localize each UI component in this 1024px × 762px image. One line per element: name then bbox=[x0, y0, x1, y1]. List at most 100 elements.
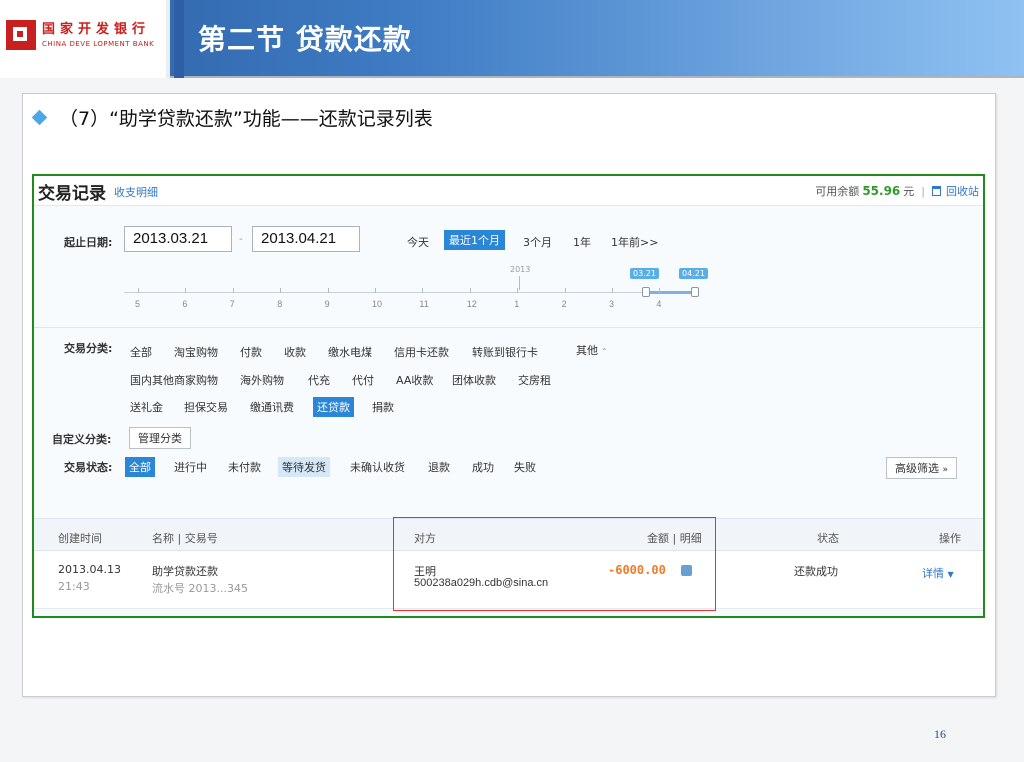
caret-down-icon: ▼ bbox=[947, 570, 954, 579]
timeline-tick bbox=[327, 288, 329, 293]
status-item[interactable]: 未付款 bbox=[224, 457, 265, 477]
trash-icon[interactable] bbox=[932, 186, 941, 196]
advanced-filter-label: 高级筛选 bbox=[895, 462, 939, 475]
row-time: 21:43 bbox=[58, 580, 90, 593]
timeline-tick-label: 11 bbox=[419, 299, 429, 309]
record-title: 交易记录 bbox=[38, 184, 106, 204]
timeline-tick bbox=[469, 288, 471, 293]
category-item[interactable]: 缴通讯费 bbox=[246, 397, 298, 417]
status-item[interactable]: 未确认收货 bbox=[346, 457, 409, 477]
category-other[interactable]: 其他 ⌃ bbox=[572, 340, 612, 360]
category-item[interactable]: 淘宝购物 bbox=[170, 342, 222, 362]
timeline-tick-label: 2 bbox=[561, 299, 567, 309]
timeline-tick-label: 1 bbox=[514, 299, 520, 309]
status-item[interactable]: 全部 bbox=[125, 457, 155, 477]
slide: 国家开发银行 CHINA DEVE LOPMENT BANK 第二节 贷款还款 … bbox=[0, 0, 1024, 762]
advanced-filter-button[interactable]: 高级筛选 » bbox=[886, 457, 958, 479]
range-last-month[interactable]: 最近1个月 bbox=[444, 230, 505, 250]
timeline-tick bbox=[280, 288, 282, 293]
range-before-1-year[interactable]: 1年前>> bbox=[606, 232, 663, 252]
status-item[interactable]: 成功 bbox=[468, 457, 498, 477]
category-item[interactable]: 担保交易 bbox=[180, 397, 232, 417]
diamond-bullet-icon bbox=[31, 109, 48, 126]
category-item[interactable]: AA收款 bbox=[392, 370, 437, 390]
start-date-input[interactable]: 2013.03.21 bbox=[124, 226, 232, 252]
slide-title: 第二节 贷款还款 bbox=[198, 23, 412, 56]
recycle-bin-link[interactable]: 回收站 bbox=[946, 183, 979, 199]
category-item[interactable]: 还贷款 bbox=[313, 397, 354, 417]
category-item[interactable]: 交房租 bbox=[514, 370, 555, 390]
timeline-tick bbox=[138, 288, 139, 293]
category-item[interactable]: 缴水电煤 bbox=[324, 342, 376, 362]
balance-amount: 55.96 bbox=[862, 184, 901, 198]
end-date-input[interactable]: 2013.04.21 bbox=[252, 226, 360, 252]
category-item[interactable]: 代付 bbox=[348, 370, 378, 390]
bullet-line: （7）“助学贷款还款”功能——还款记录列表 bbox=[31, 104, 433, 131]
status-item[interactable]: 进行中 bbox=[170, 457, 211, 477]
range-3-months[interactable]: 3个月 bbox=[518, 232, 557, 252]
timeline-tick-label: 10 bbox=[372, 299, 383, 309]
bank-logo-cn: 国家开发银行 bbox=[42, 22, 151, 37]
timeline-tick-label: 6 bbox=[182, 299, 188, 309]
timeline-tick-label: 4 bbox=[656, 299, 662, 309]
header-separator bbox=[174, 0, 184, 78]
timeline-tick bbox=[232, 288, 234, 293]
manage-category-button[interactable]: 管理分类 bbox=[129, 427, 191, 449]
sub-link-income-detail[interactable]: 收支明细 bbox=[114, 184, 158, 200]
category-item[interactable]: 国内其他商家购物 bbox=[126, 370, 222, 390]
page-number: 16 bbox=[934, 727, 946, 741]
col-name: 名称 | 交易号 bbox=[152, 532, 218, 545]
status-item[interactable]: 退款 bbox=[424, 457, 454, 477]
category-item[interactable]: 代充 bbox=[304, 370, 334, 390]
timeline-year: 2013 bbox=[510, 265, 531, 274]
range-today[interactable]: 今天 bbox=[402, 232, 434, 252]
custom-category-label: 自定义分类: bbox=[52, 433, 112, 446]
record-header: 交易记录 收支明细 可用余额 55.96 元 | 回收站 bbox=[34, 176, 983, 206]
timeline-year-tick bbox=[519, 276, 520, 290]
timeline-tick-label: 3 bbox=[609, 299, 615, 309]
bank-logo: 国家开发银行 CHINA DEVE LOPMENT BANK bbox=[0, 0, 170, 78]
category-item[interactable]: 全部 bbox=[126, 342, 156, 362]
status-item[interactable]: 失败 bbox=[510, 457, 540, 477]
chevron-down-icon: » bbox=[942, 465, 949, 475]
timeline-tick bbox=[564, 288, 566, 293]
balance-divider: | bbox=[921, 184, 925, 198]
timeline-end-handle[interactable] bbox=[691, 287, 699, 297]
status-item[interactable]: 等待发货 bbox=[278, 457, 330, 477]
range-1-year[interactable]: 1年 bbox=[568, 232, 596, 252]
category-item[interactable]: 收款 bbox=[280, 342, 310, 362]
timeline-tick-label: 8 bbox=[277, 299, 283, 309]
timeline-tick bbox=[422, 288, 424, 293]
slide-header: 国家开发银行 CHINA DEVE LOPMENT BANK 第二节 贷款还款 bbox=[0, 0, 1024, 78]
category-item[interactable]: 付款 bbox=[236, 342, 266, 362]
category-item[interactable]: 转账到银行卡 bbox=[468, 342, 542, 362]
bullet-text: （7）“助学贷款还款”功能——还款记录列表 bbox=[59, 108, 433, 130]
row-state: 还款成功 bbox=[794, 565, 838, 578]
timeline-tick bbox=[612, 288, 613, 293]
col-created: 创建时间 bbox=[58, 532, 102, 545]
category-item[interactable]: 海外购物 bbox=[236, 370, 288, 390]
timeline-start-tag: 03.21 bbox=[630, 268, 659, 279]
divider bbox=[34, 327, 983, 328]
timeline-tick bbox=[659, 288, 661, 293]
category-other-label: 其他 bbox=[576, 344, 598, 357]
timeline-tick bbox=[185, 288, 187, 293]
timeline-start-handle[interactable] bbox=[642, 287, 650, 297]
category-item[interactable]: 信用卡还款 bbox=[390, 342, 453, 362]
category-item[interactable]: 送礼金 bbox=[126, 397, 167, 417]
balance-label: 可用余额 bbox=[815, 185, 860, 198]
col-action: 操作 bbox=[939, 532, 961, 545]
timeline-end-tag: 04.21 bbox=[679, 268, 708, 279]
category-item[interactable]: 捐款 bbox=[368, 397, 398, 417]
timeline-tick bbox=[517, 288, 519, 293]
timeline-tick bbox=[375, 288, 376, 293]
row-name: 助学贷款还款 bbox=[152, 565, 218, 578]
category-item[interactable]: 团体收款 bbox=[448, 370, 500, 390]
row-detail-label: 详情 bbox=[922, 567, 944, 580]
timeline-tick-label: 9 bbox=[324, 299, 330, 309]
row-detail-link[interactable]: 详情 ▼ bbox=[922, 565, 954, 581]
row-date: 2013.04.13 bbox=[58, 563, 121, 576]
timeline-tick-label: 7 bbox=[229, 299, 235, 309]
balance-unit: 元 bbox=[903, 185, 915, 198]
timeline-track[interactable] bbox=[124, 292, 694, 293]
